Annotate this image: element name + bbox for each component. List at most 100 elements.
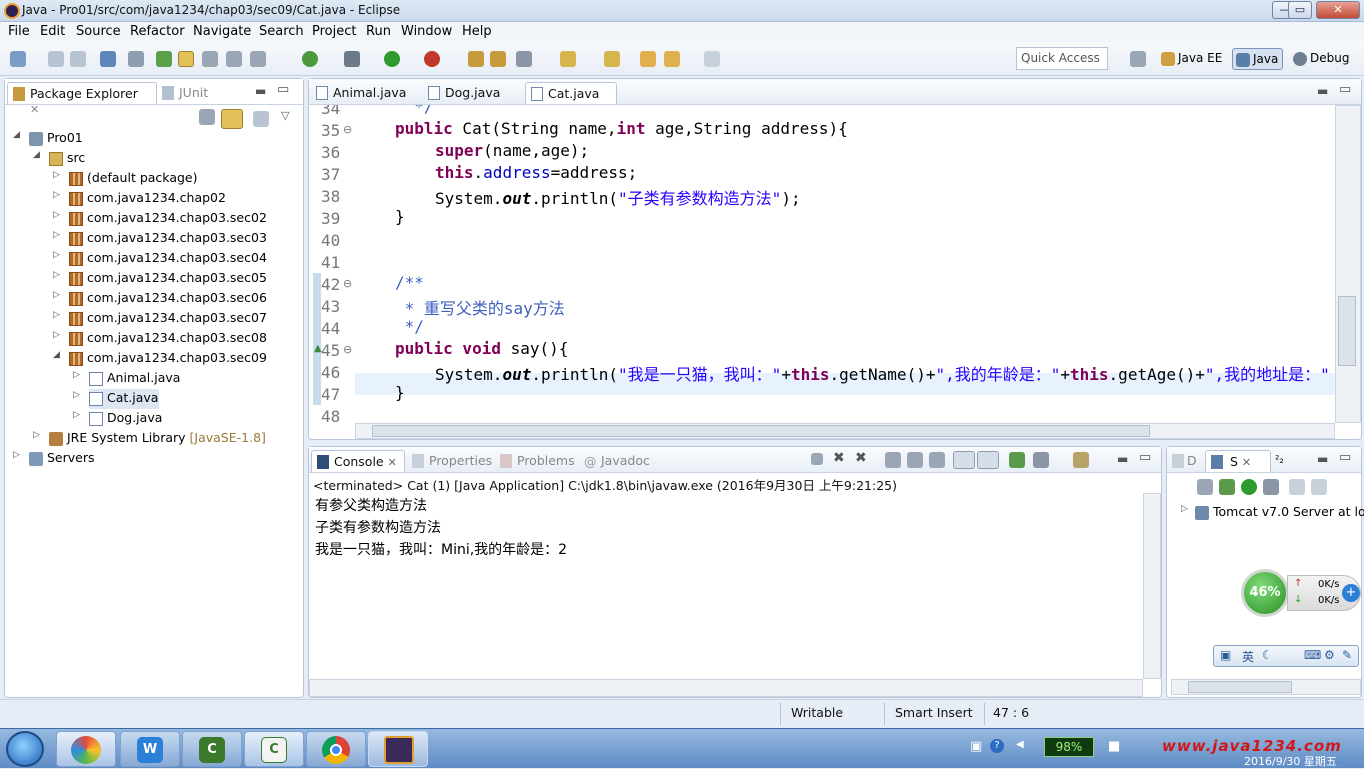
toggle-icon[interactable] [128,51,144,67]
scroll-lock-icon[interactable] [907,452,923,468]
menu-search[interactable]: Search [259,24,304,39]
scroll-thumb[interactable] [1338,296,1356,366]
wrench-icon[interactable]: ✎ [1342,648,1352,662]
menu-help[interactable]: Help [462,24,492,39]
profile-server-icon[interactable] [1263,479,1279,495]
chevron-right-icon[interactable]: ▷ [53,310,60,320]
whitespace-icon[interactable] [250,51,266,67]
servers-horizontal-scrollbar[interactable] [1171,679,1361,695]
build-icon[interactable] [156,51,172,67]
maximize-view-icon[interactable]: ▭ [277,82,289,97]
fold-collapse-icon[interactable]: ⊖ [343,277,352,290]
chevron-right-icon[interactable]: ▷ [53,170,60,180]
tab-dog-java[interactable]: Dog.java [423,82,506,104]
close-icon[interactable]: ✕ [1242,456,1251,469]
network-gauge[interactable]: 46% [1241,569,1289,617]
save-all-icon[interactable] [70,51,86,67]
minimize-view-icon[interactable]: ▬ [255,84,266,98]
next-annotation-icon[interactable] [560,51,576,67]
chevron-right-icon[interactable]: ▷ [53,250,60,260]
chevron-right-icon[interactable]: ▷ [53,190,60,200]
clear-console-icon[interactable] [885,452,901,468]
collapse-all-icon[interactable] [199,109,215,125]
remove-launch-icon[interactable]: ✖ [833,450,845,466]
menu-file[interactable]: File [8,24,30,39]
scroll-thumb[interactable] [1188,681,1292,693]
taskbar-app-colorful[interactable] [56,731,116,767]
tab-animal-java[interactable]: Animal.java [311,82,412,104]
maximize-view-icon[interactable]: ▭ [1339,450,1351,465]
tab-servers[interactable]: S ✕ [1205,450,1271,472]
prev-annotation-icon[interactable] [604,51,620,67]
menu-navigate[interactable]: Navigate [193,24,251,39]
fold-collapse-icon[interactable]: ⊖ [343,343,352,356]
minimize-view-icon[interactable]: ▬ [1317,452,1328,466]
perspective-java-ee[interactable]: Java EE [1158,48,1226,70]
terminate-icon[interactable] [811,453,823,465]
close-icon[interactable]: ✕ [30,103,39,116]
tab-javadoc[interactable]: @ Javadoc [579,450,656,472]
taskbar-app-camtasia-2[interactable]: C [244,731,304,767]
tab-data-source[interactable]: D [1167,450,1203,472]
debug-icon[interactable] [344,51,360,67]
tab-junit[interactable]: JUnit [157,82,214,104]
search-icon[interactable] [516,51,532,67]
chevron-right-icon[interactable]: ▷ [73,410,80,420]
new-icon[interactable] [10,51,26,67]
minimize-view-icon[interactable]: ▬ [1117,452,1128,466]
chevron-right-icon[interactable]: ▷ [53,210,60,220]
chevron-down-icon[interactable]: ◢ [53,350,60,360]
format-icon[interactable] [202,51,218,67]
start-button[interactable] [6,731,44,767]
taskbar-app-camtasia[interactable]: C [182,731,242,767]
show-stdout-icon[interactable] [953,451,975,469]
ime-language[interactable]: 英 [1242,648,1254,665]
plus-icon[interactable]: + [1342,584,1360,602]
menu-window[interactable]: Window [401,24,452,39]
tab-overflow[interactable]: ²₂ [1271,450,1290,472]
keyboard-icon[interactable]: ⌨ [1304,648,1321,662]
power-icon[interactable]: ■ [1108,739,1120,754]
scroll-thumb[interactable] [372,425,1150,437]
menu-project[interactable]: Project [312,24,356,39]
chevron-down-icon[interactable]: ◢ [13,130,20,140]
console-vertical-scrollbar[interactable] [1143,493,1161,679]
stop-server-icon[interactable] [1289,479,1305,495]
chevron-right-icon[interactable]: ▷ [73,390,80,400]
moon-icon[interactable]: ☾ [1262,648,1273,662]
pin-console-icon[interactable] [1009,452,1025,468]
mark-occurrences-icon[interactable] [178,51,194,67]
tab-console[interactable]: Console ✕ [311,450,405,472]
tray-icon[interactable]: ▣ [970,739,982,754]
editor-vertical-scrollbar[interactable] [1335,105,1361,423]
help-icon[interactable]: ? [990,739,1004,753]
maximize-view-icon[interactable]: ▭ [1139,450,1151,465]
remove-all-icon[interactable]: ✖ [855,450,867,466]
tree-item-file-selected[interactable]: ▷ Cat.java [73,389,159,409]
save-icon[interactable] [48,51,64,67]
open-task-icon[interactable] [490,51,506,67]
taskbar-app-wps[interactable]: W [120,731,180,767]
chevron-right-icon[interactable]: ▷ [73,370,80,380]
console-horizontal-scrollbar[interactable] [309,679,1143,697]
focus-icon[interactable] [253,111,269,127]
view-menu-icon[interactable]: ▽ [281,109,289,122]
last-edit-icon[interactable] [640,51,656,67]
open-perspective-icon[interactable] [1130,51,1146,67]
chevron-right-icon[interactable]: ▷ [53,290,60,300]
block-select-icon[interactable] [226,51,242,67]
run-icon[interactable] [384,51,400,67]
menu-edit[interactable]: Edit [40,24,65,39]
menu-refactor[interactable]: Refactor [130,24,185,39]
open-type-icon[interactable] [468,51,484,67]
maximize-view-icon[interactable]: ▭ [1339,82,1351,97]
chevron-down-icon[interactable]: ◢ [33,150,40,160]
quick-access-input[interactable]: Quick Access [1016,47,1108,70]
chevron-right-icon[interactable]: ▷ [53,270,60,280]
editor-horizontal-scrollbar[interactable] [355,423,1335,439]
fold-collapse-icon[interactable]: ⊖ [343,123,352,136]
console-output[interactable]: 有参父类构造方法 子类有参数构造方法 我是一只猫，我叫：Mini,我的年龄是：2 [309,493,1143,679]
chevron-right-icon[interactable]: ▷ [1181,504,1188,514]
menu-run[interactable]: Run [366,24,391,39]
perspective-java[interactable]: Java [1232,48,1284,70]
